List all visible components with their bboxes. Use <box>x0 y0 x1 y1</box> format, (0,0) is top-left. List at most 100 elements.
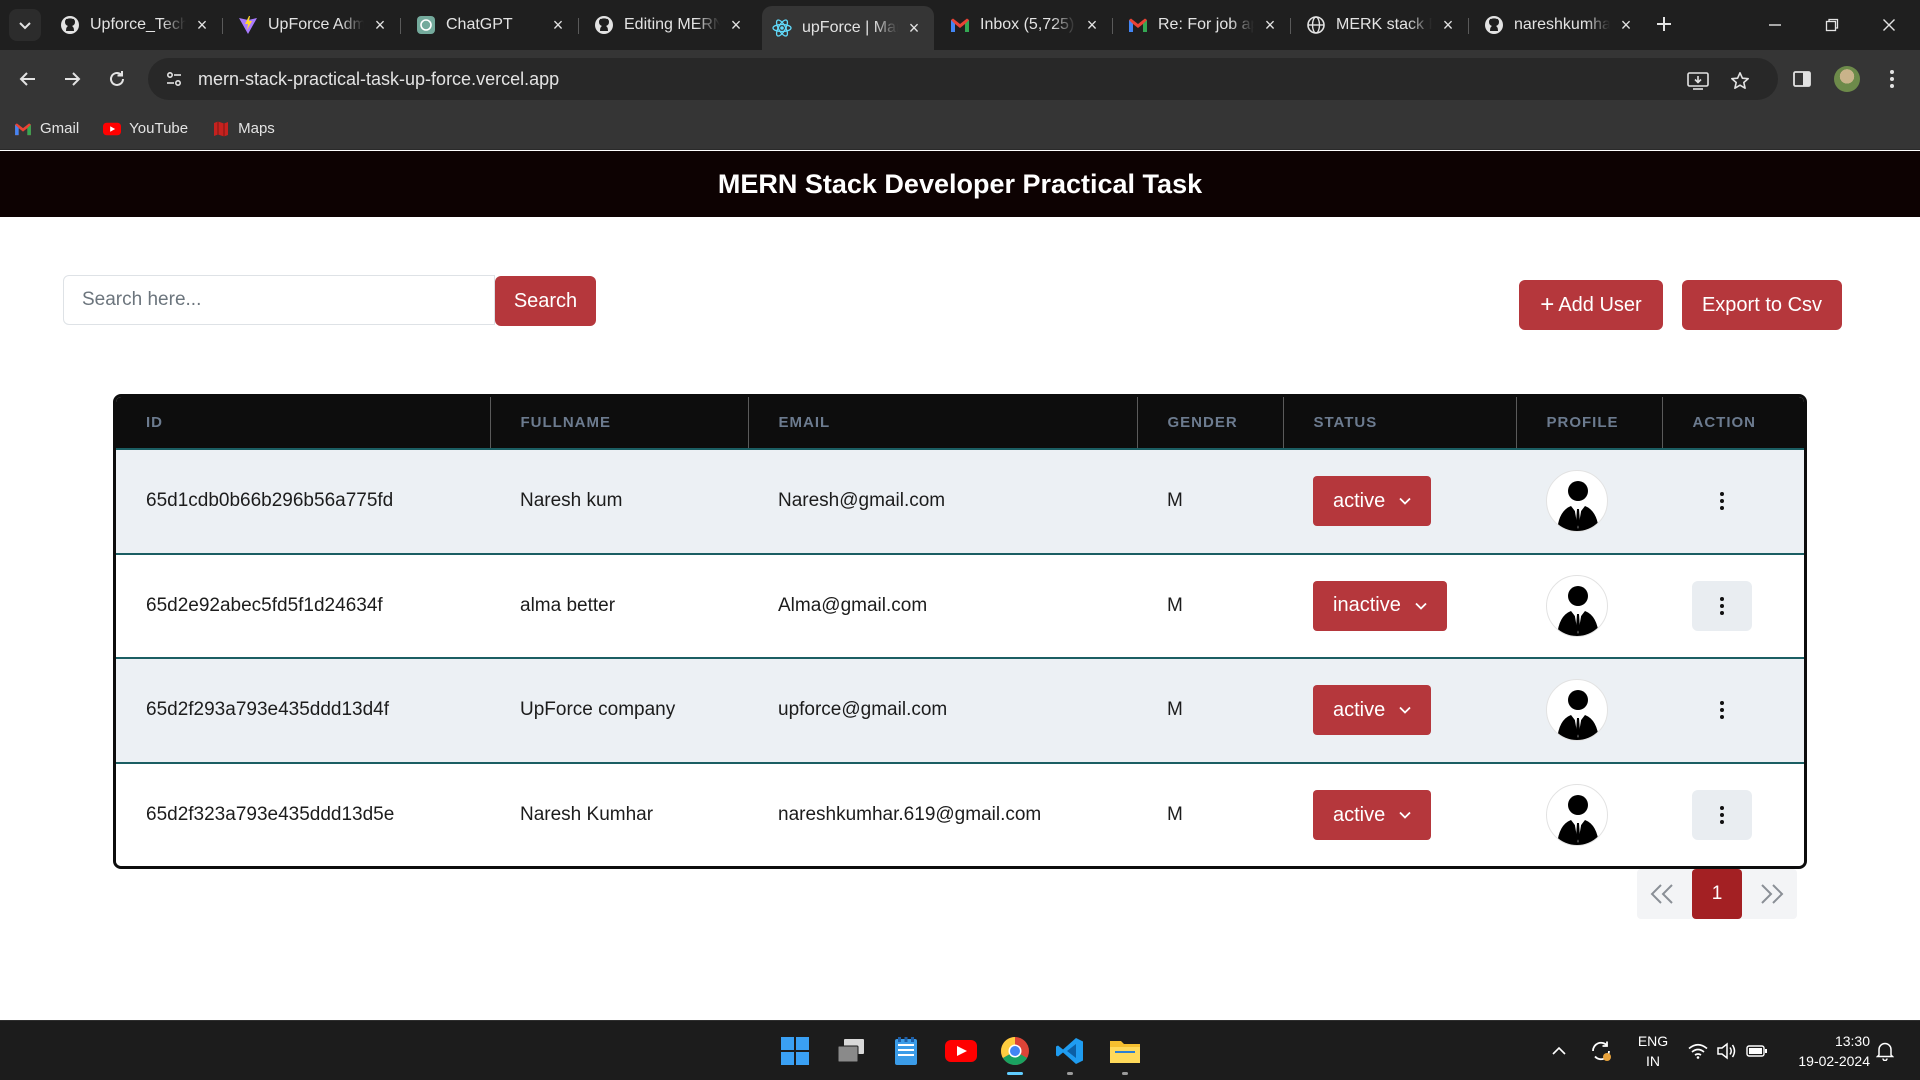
cell-fullname: UpForce company <box>520 699 676 721</box>
url-text: mern-stack-practical-task-up-force.verce… <box>198 68 560 89</box>
tab-inbox[interactable]: Inbox (5,725) × <box>940 8 1112 42</box>
task-view-icon[interactable] <box>831 1031 871 1071</box>
status-dropdown[interactable]: active <box>1313 685 1432 736</box>
new-tab-button[interactable] <box>1650 10 1678 38</box>
minimize-window-button[interactable] <box>1755 10 1795 40</box>
wifi-icon[interactable] <box>1688 1021 1708 1080</box>
file-explorer-icon[interactable] <box>1105 1031 1145 1075</box>
restore-window-button[interactable] <box>1812 10 1852 40</box>
bookmark-youtube[interactable]: YouTube <box>103 120 188 138</box>
tab-title: upForce | Mana <box>802 19 898 36</box>
forward-button[interactable] <box>56 63 88 95</box>
close-icon[interactable]: × <box>1082 15 1102 35</box>
tab-upforce-manage[interactable]: upForce | Mana × <box>762 6 934 50</box>
close-icon[interactable]: × <box>904 18 924 38</box>
tab-merk-stack[interactable]: MERK stack Pr × <box>1296 8 1468 42</box>
browser-menu-button[interactable] <box>1876 63 1908 95</box>
close-window-button[interactable] <box>1869 10 1909 40</box>
more-vertical-icon <box>1890 70 1894 88</box>
tab-editing-mern[interactable]: Editing MERN × <box>584 8 756 42</box>
column-header-profile[interactable]: PROFILE <box>1516 397 1663 449</box>
maps-icon <box>212 120 230 138</box>
close-icon[interactable]: × <box>548 15 568 35</box>
column-header-id[interactable]: ID <box>116 397 491 449</box>
status-dropdown[interactable]: inactive <box>1313 580 1447 631</box>
page-number-button[interactable]: 1 <box>1692 869 1742 919</box>
status-dropdown[interactable]: active <box>1313 790 1432 841</box>
side-panel-button[interactable] <box>1786 63 1818 95</box>
tab-chatgpt[interactable]: ChatGPT × <box>406 8 578 42</box>
vscode-icon[interactable] <box>1050 1031 1090 1075</box>
cell-gender: M <box>1167 699 1183 721</box>
youtube-icon[interactable] <box>941 1031 981 1071</box>
previous-page-button[interactable] <box>1637 869 1687 919</box>
arrow-left-icon <box>19 72 35 86</box>
address-bar[interactable]: mern-stack-practical-task-up-force.verce… <box>148 58 1778 100</box>
profile-button[interactable] <box>1831 63 1863 95</box>
column-header-email[interactable]: EMAIL <box>748 397 1138 449</box>
github-icon <box>594 15 614 35</box>
close-icon[interactable]: × <box>1616 15 1636 35</box>
tab-upforce-tech[interactable]: Upforce_Tech × <box>50 8 222 42</box>
row-actions-button[interactable] <box>1692 580 1752 631</box>
tab-nareshkumhar[interactable]: nareshkumhar × <box>1474 8 1646 42</box>
input-language-indicator[interactable]: ENG IN <box>1634 1031 1672 1071</box>
install-app-button[interactable] <box>1684 67 1712 95</box>
windows-start-icon[interactable] <box>775 1031 815 1071</box>
system-clock[interactable]: 13:30 19-02-2024 <box>1784 1031 1870 1071</box>
user-silhouette-icon <box>1557 690 1599 741</box>
browser-toolbar: mern-stack-practical-task-up-force.verce… <box>0 50 1920 108</box>
status-dropdown[interactable]: active <box>1313 476 1432 527</box>
battery-icon[interactable] <box>1746 1021 1768 1080</box>
next-page-button[interactable] <box>1747 869 1797 919</box>
close-icon[interactable]: × <box>192 15 212 35</box>
column-header-status[interactable]: STATUS <box>1283 397 1517 449</box>
close-icon[interactable]: × <box>370 15 390 35</box>
tab-separator <box>222 18 223 34</box>
tab-upforce-admin[interactable]: UpForce Admin × <box>228 8 400 42</box>
search-input[interactable] <box>63 275 495 325</box>
gmail-icon <box>14 120 32 138</box>
bookmark-star-button[interactable] <box>1726 67 1754 95</box>
row-actions-button[interactable] <box>1692 790 1752 841</box>
notepad-icon[interactable] <box>886 1031 926 1071</box>
user-avatar <box>1546 470 1608 533</box>
plus-icon: + <box>1540 291 1555 318</box>
row-actions-button[interactable] <box>1692 685 1752 735</box>
tab-title: Upforce_Tech <box>90 16 186 33</box>
cell-fullname: Naresh Kumhar <box>520 804 654 826</box>
add-user-button[interactable]: + Add User <box>1519 280 1663 330</box>
cell-profile <box>1516 763 1662 867</box>
row-actions-button[interactable] <box>1692 476 1752 526</box>
close-icon[interactable]: × <box>726 15 746 35</box>
app-header: MERN Stack Developer Practical Task <box>0 151 1920 217</box>
site-info-icon[interactable] <box>160 65 188 93</box>
bookmark-label: Maps <box>238 120 275 137</box>
volume-icon[interactable] <box>1716 1021 1736 1080</box>
export-csv-button[interactable]: Export to Csv <box>1682 280 1842 330</box>
clock-time: 13:30 <box>1834 1033 1870 1049</box>
back-button[interactable] <box>12 63 44 95</box>
chrome-icon[interactable] <box>995 1031 1035 1075</box>
column-header-gender[interactable]: GENDER <box>1137 397 1284 449</box>
tab-separator <box>578 18 579 34</box>
close-icon[interactable]: × <box>1260 15 1280 35</box>
tab-search-button[interactable] <box>9 9 41 41</box>
globe-icon <box>1306 15 1326 35</box>
bookmark-gmail[interactable]: Gmail <box>14 120 79 138</box>
column-header-action[interactable]: ACTION <box>1662 397 1804 449</box>
reload-button[interactable] <box>101 63 133 95</box>
tab-re-job[interactable]: Re: For job ap × <box>1118 8 1290 42</box>
close-icon[interactable]: × <box>1438 15 1458 35</box>
show-hidden-icons-button[interactable] <box>1551 1021 1567 1080</box>
status-label: active <box>1333 698 1386 721</box>
column-header-fullname[interactable]: FULLNAME <box>490 397 749 449</box>
sync-status-button[interactable] <box>1589 1021 1613 1080</box>
search-button[interactable]: Search <box>495 276 596 326</box>
notifications-button[interactable] <box>1876 1021 1894 1080</box>
tab-title: Editing MERN <box>624 16 720 33</box>
cell-status: active <box>1283 449 1516 554</box>
cell-action <box>1662 554 1804 659</box>
bookmark-maps[interactable]: Maps <box>212 120 275 138</box>
table-row: 65d2e92abec5fd5f1d24634f alma better Alm… <box>116 553 1804 659</box>
